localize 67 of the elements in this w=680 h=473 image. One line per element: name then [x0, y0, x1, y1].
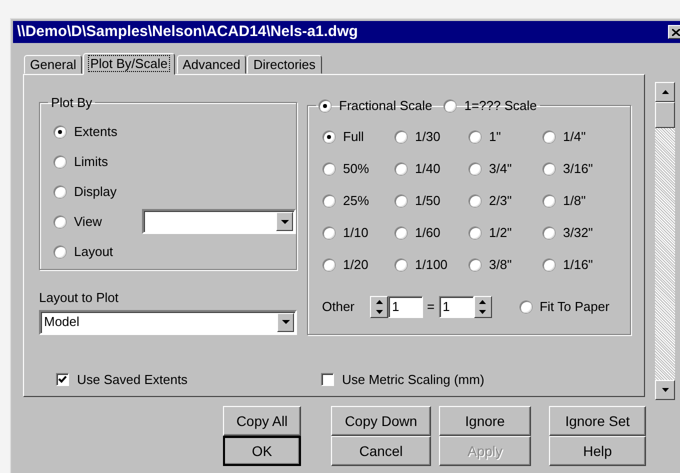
radio-option[interactable]: 1/30 — [395, 128, 469, 146]
equals-sign: = — [427, 298, 435, 314]
radio-option[interactable]: 25% — [323, 192, 395, 210]
field-label: Other — [322, 298, 356, 314]
radio-option[interactable]: 3/8" — [469, 256, 543, 274]
dialog-button[interactable]: Ignore — [439, 406, 531, 436]
input-field[interactable]: 1 — [388, 296, 423, 318]
down-arrow-icon — [479, 310, 486, 314]
radio-option[interactable]: 50% — [323, 160, 395, 178]
scrollbar-thumb[interactable] — [655, 102, 675, 128]
down-arrow-icon — [662, 388, 668, 392]
dialog-button[interactable]: Ignore Set — [549, 406, 646, 436]
checkbox-option[interactable]: Use Metric Scaling (mm) — [321, 362, 484, 396]
radio-option[interactable]: 3/32" — [543, 224, 617, 242]
down-arrow-icon — [376, 310, 382, 314]
radio-option[interactable]: Limits — [54, 154, 108, 170]
scroll-up-button[interactable] — [655, 82, 675, 102]
input-field[interactable]: 1 — [438, 296, 474, 318]
up-arrow-icon — [376, 300, 382, 304]
radio-option[interactable]: View — [54, 214, 142, 230]
tab[interactable]: Advanced — [176, 55, 246, 74]
tab[interactable]: Directories — [247, 55, 322, 74]
close-icon — [672, 28, 680, 36]
field-label: Layout to Plot — [39, 290, 120, 306]
radio-option[interactable]: Full — [323, 128, 395, 146]
radio-option[interactable]: 1/50 — [395, 192, 469, 210]
dropdown-field[interactable]: Model — [39, 310, 297, 335]
dropdown-button[interactable] — [277, 312, 294, 332]
radio-option[interactable]: 1/2" — [469, 224, 543, 242]
dialog-button[interactable]: Cancel — [331, 436, 431, 466]
dropdown-field[interactable] — [142, 209, 296, 234]
radio-option[interactable]: 1" — [469, 128, 543, 146]
radio-option[interactable]: 3/4" — [469, 160, 543, 178]
caret-icon — [280, 220, 288, 224]
radio-option[interactable]: 1/4" — [543, 128, 617, 146]
checkbox-option[interactable]: Use Saved Extents — [56, 362, 188, 396]
up-arrow-icon — [662, 90, 668, 94]
radio-option[interactable]: 1/60 — [395, 224, 469, 242]
caret-icon — [282, 320, 290, 324]
dialog-button[interactable]: OK — [223, 436, 301, 466]
close-button[interactable] — [668, 25, 680, 39]
radio-option[interactable]: 1/40 — [395, 160, 469, 178]
radio-option[interactable]: Layout — [54, 244, 114, 260]
tab[interactable]: General — [24, 55, 82, 74]
radio-option[interactable]: Fractional Scale — [319, 98, 432, 114]
radio-option[interactable]: 1/8" — [543, 192, 617, 210]
radio-option[interactable]: 1=??? Scale — [444, 98, 537, 114]
dialog-button[interactable]: Help — [549, 436, 646, 466]
spin-button[interactable] — [474, 296, 492, 318]
tab[interactable]: Plot By/Scale — [83, 53, 175, 75]
dialog-button[interactable]: Copy Down — [331, 406, 431, 436]
radio-option[interactable]: 1/100 — [395, 256, 469, 274]
group-title: Plot By — [50, 95, 94, 111]
scroll-down-button[interactable] — [655, 380, 675, 400]
up-arrow-icon — [479, 300, 486, 304]
radio-option[interactable]: 2/3" — [469, 192, 543, 210]
radio-option[interactable]: Display — [54, 184, 117, 200]
spin-button[interactable] — [370, 296, 388, 318]
dialog-button[interactable]: Copy All — [223, 406, 301, 436]
radio-option[interactable]: 1/20 — [323, 256, 395, 274]
dropdown-button[interactable] — [276, 212, 293, 232]
window-title: \\Demo\D\Samples\Nelson\ACAD14\Nels-a1.dwg — [17, 23, 358, 41]
radio-option[interactable]: 3/16" — [543, 160, 617, 178]
radio-option[interactable]: Fit To Paper — [520, 298, 610, 314]
radio-option[interactable]: Extents — [54, 124, 118, 140]
radio-option[interactable]: 1/10 — [323, 224, 395, 242]
radio-option[interactable]: 1/16" — [543, 256, 617, 274]
